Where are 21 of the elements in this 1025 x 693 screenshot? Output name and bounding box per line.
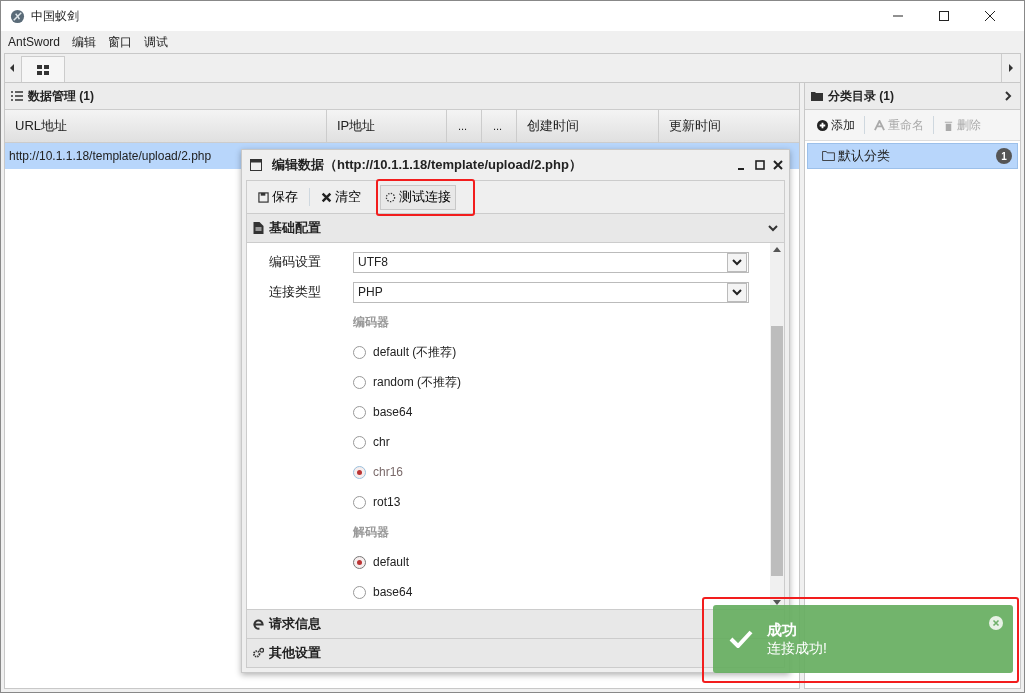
section-title: 请求信息 [269,615,321,633]
group-label: 解码器 [353,523,390,541]
option-label: default (不推荐) [373,343,457,361]
field-label: 连接类型 [268,283,322,301]
field-label: 编码设置 [268,253,322,271]
dialog-title: 编辑数据（http://10.1.1.18/template/upload/2.php） [272,156,583,174]
option-label: base64 [373,405,413,419]
option-label: chr [373,435,390,449]
section-title: 基础配置 [269,219,321,237]
option-label: random (不推荐) [373,373,461,391]
group-label: 编码器 [353,313,390,331]
count-badge: 1 [996,148,1012,164]
option-label: default [373,555,410,569]
option-label: base64 [373,585,413,599]
option-label: chr16 [373,465,404,479]
section-title: 其他设置 [269,644,321,662]
window-title: 中国蚁剑 [31,7,79,25]
panel-title: 数据管理 (1) [28,87,94,105]
option-label: rot13 [373,495,401,509]
category-label: 默认分类 [838,147,890,165]
panel-title: 分类目录 (1) [828,87,894,105]
